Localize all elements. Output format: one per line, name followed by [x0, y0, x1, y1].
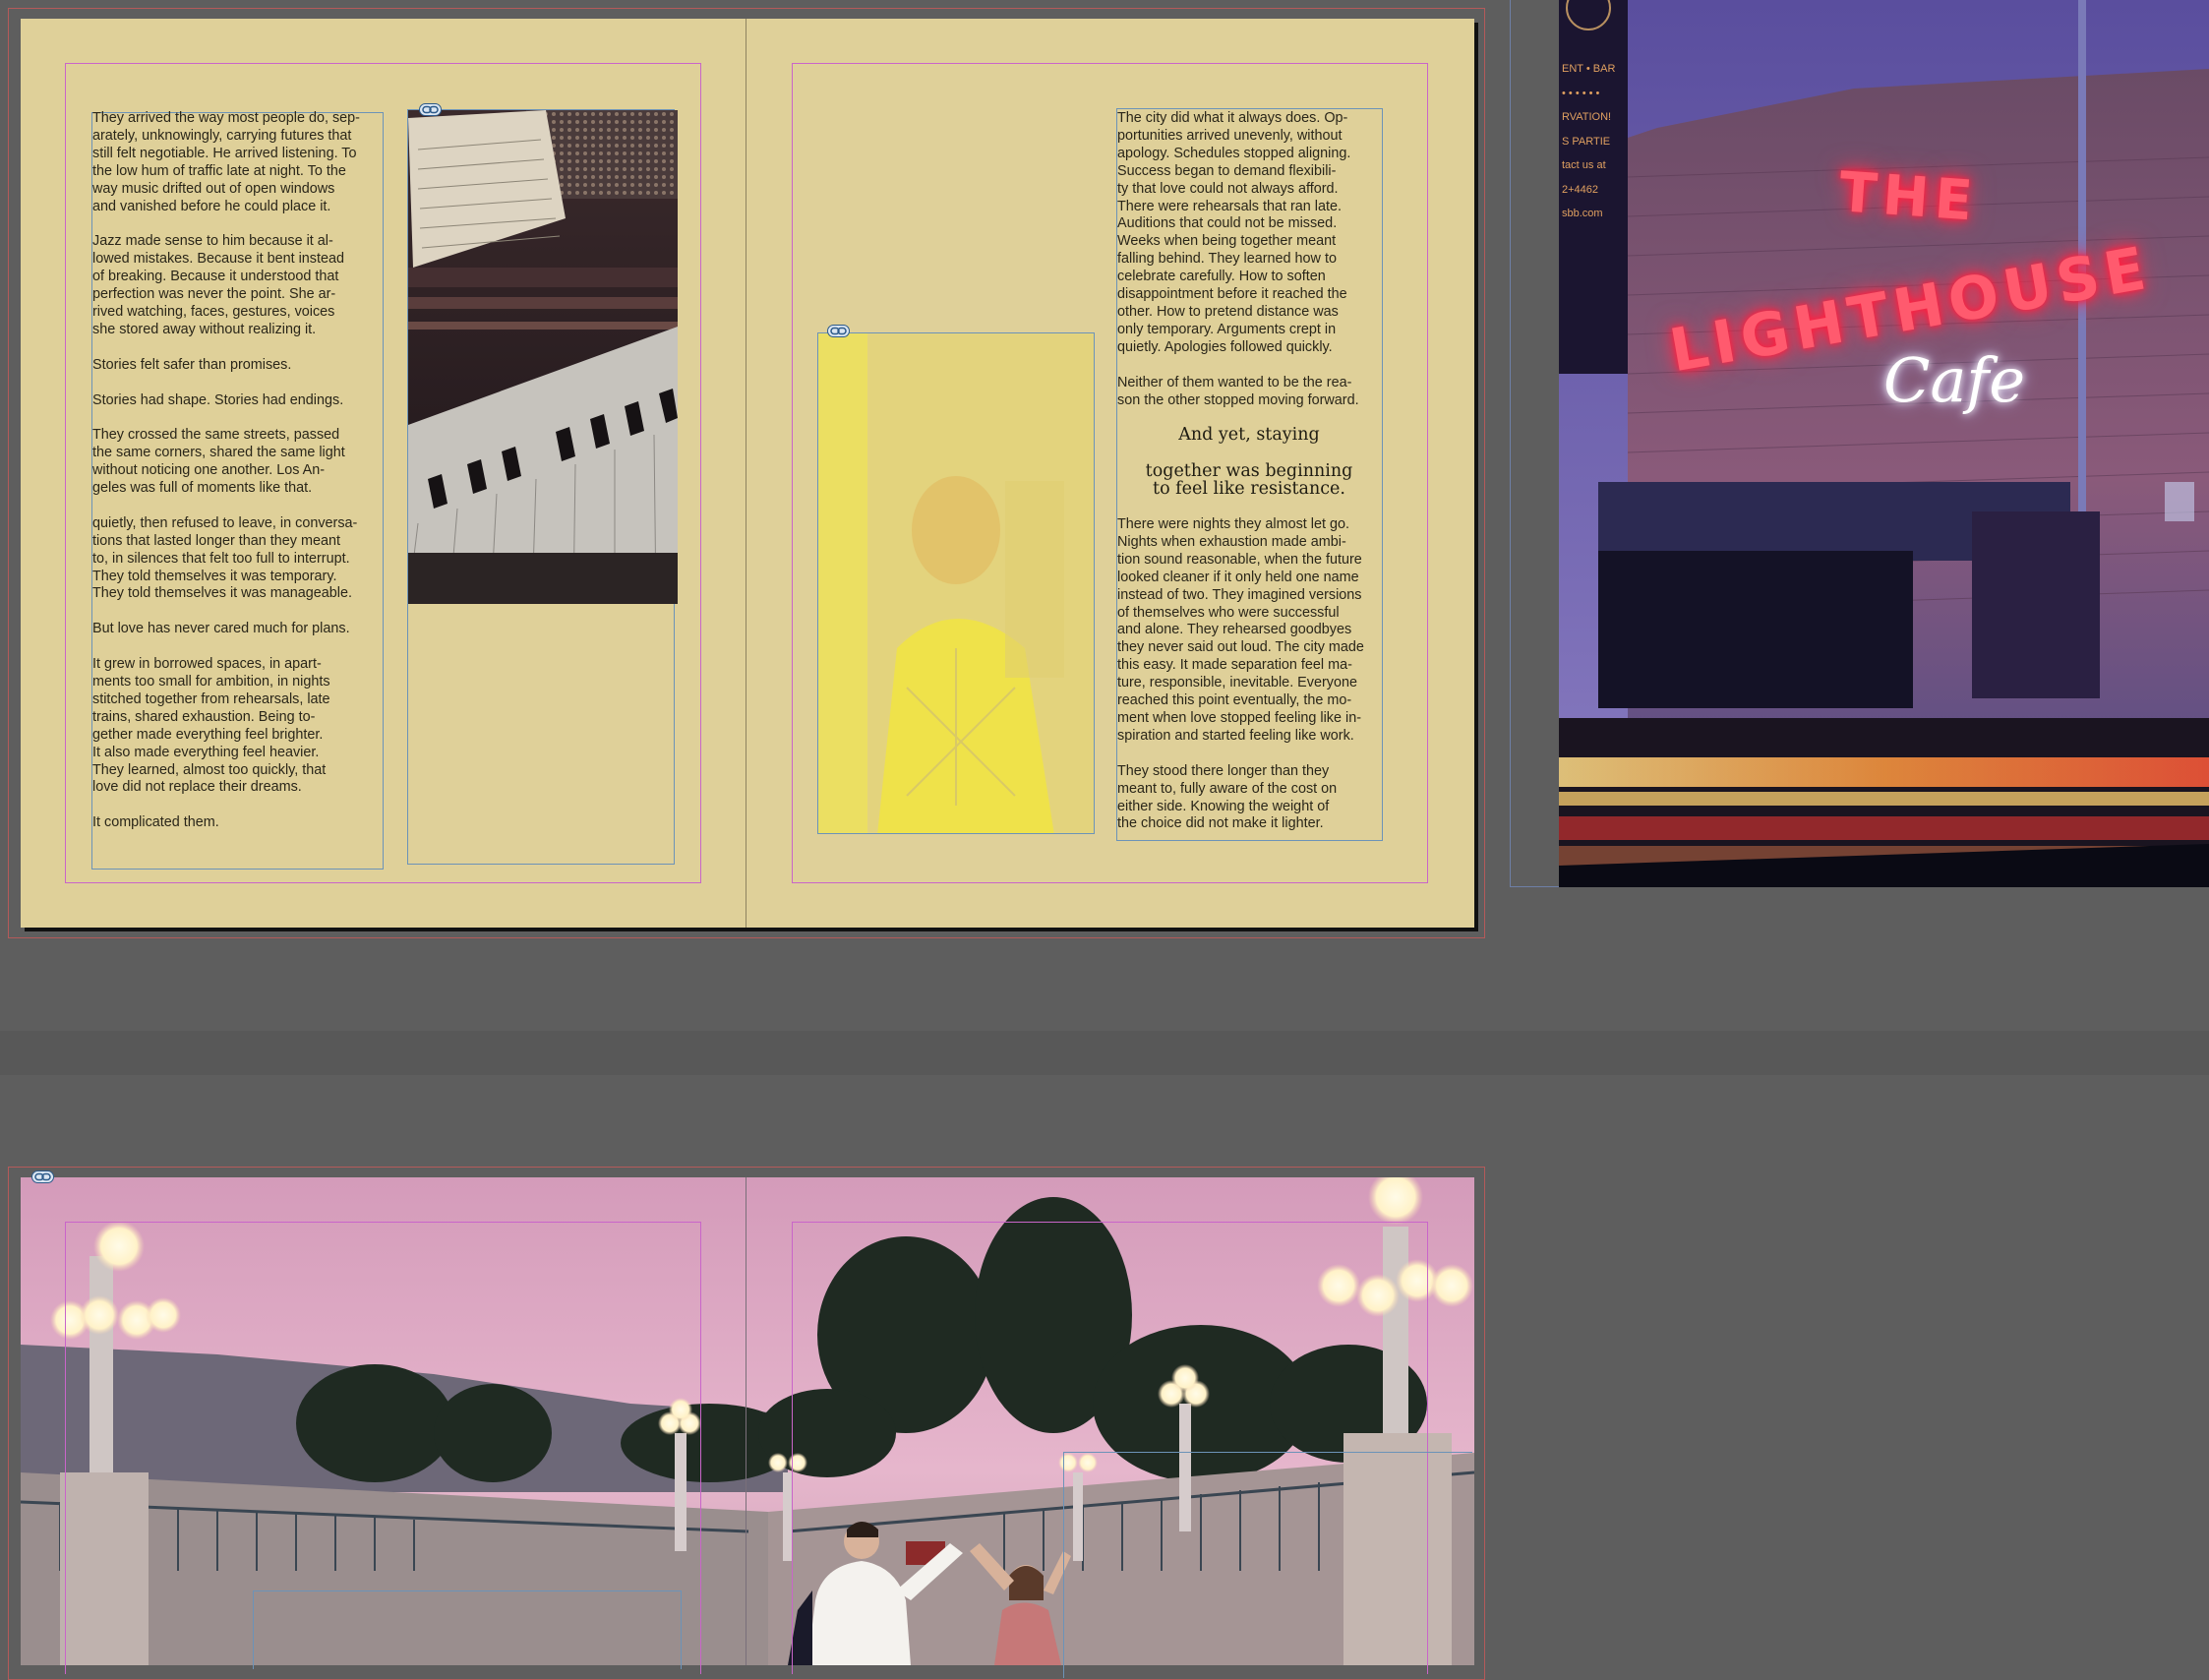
pasteboard-frame-edge	[1510, 0, 1511, 887]
faded-image-frame[interactable]	[817, 332, 1095, 834]
sidebar-menu-text: ENT • BAR • • • • • • RVATION! S PARTIE …	[1562, 57, 1621, 226]
neon-sign-script: Cafe	[1883, 344, 2026, 416]
pasteboard-frame-bottom	[1510, 886, 1559, 887]
spread-2-frame-right[interactable]	[1063, 1452, 1472, 1678]
right-body-text-bottom: There were nights they almost let go. Ni…	[1117, 516, 1364, 832]
neon-sign-line-1: THE	[1836, 160, 1981, 234]
spread-2-frame-left[interactable]	[253, 1590, 682, 1669]
sidebar-line: • • • • • •	[1562, 87, 1600, 99]
link-icon[interactable]	[827, 325, 850, 337]
pull-quote-line-1: And yet, staying	[1178, 425, 1320, 445]
pull-quote-line-2: together was beginning	[1145, 461, 1353, 481]
sidebar-line: tact us at	[1562, 159, 1606, 171]
lighthouse-cafe-photo	[1559, 0, 2209, 887]
link-icon[interactable]	[31, 1170, 54, 1183]
left-body-text: They arrived the way most people do, sep…	[92, 110, 360, 831]
sidebar-line: RVATION!	[1562, 111, 1612, 123]
link-icon[interactable]	[419, 103, 442, 116]
lighthouse-cafe-image[interactable]: ENT • BAR • • • • • • RVATION! S PARTIE …	[1559, 0, 2209, 887]
sidebar-line: S PARTIE	[1562, 135, 1611, 148]
woman-in-yellow-photo	[818, 333, 1094, 833]
piano-image[interactable]	[408, 110, 678, 604]
right-body-text-top: The city did what it always does. Op- po…	[1117, 110, 1359, 408]
piano-photo	[408, 110, 678, 604]
sidebar-line: sbb.com	[1562, 208, 1603, 219]
spread-separator	[0, 1031, 2209, 1075]
sidebar-line: ENT • BAR	[1562, 63, 1616, 75]
sidebar-line: 2+4462	[1562, 183, 1599, 196]
pull-quote-line-3: to feel like resistance.	[1153, 479, 1345, 499]
